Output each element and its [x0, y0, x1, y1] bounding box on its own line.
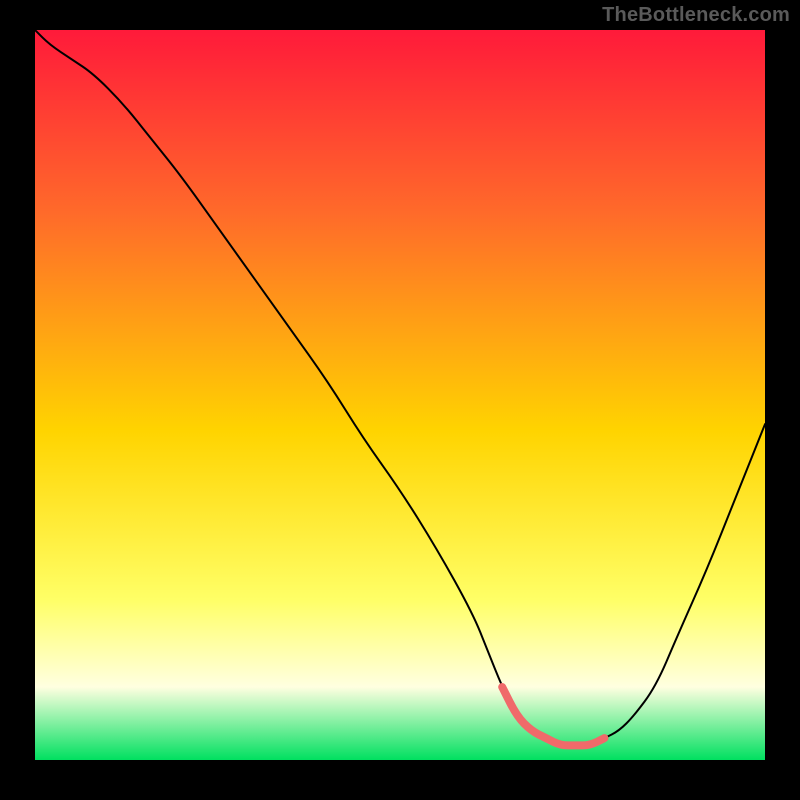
- gradient-background: [35, 30, 765, 760]
- watermark-text: TheBottleneck.com: [602, 4, 790, 27]
- chart-frame: TheBottleneck.com: [0, 0, 800, 800]
- plot-svg: [35, 30, 765, 760]
- plot-area: [35, 30, 765, 760]
